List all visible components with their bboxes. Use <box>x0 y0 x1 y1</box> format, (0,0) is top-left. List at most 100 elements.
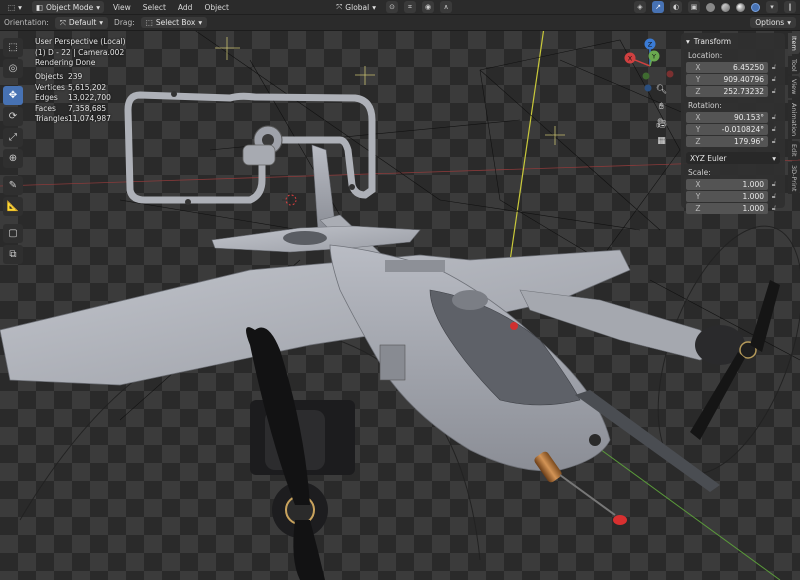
transform-orientation-dropdown[interactable]: ⤧ Global ▾ <box>332 1 380 13</box>
object-mode-icon: ◧ <box>35 2 43 12</box>
lock-icon[interactable]: 🔓︎ <box>768 75 780 84</box>
transform-icon[interactable]: ⊕ <box>3 149 23 168</box>
lock-icon[interactable]: 🔓︎ <box>768 113 780 122</box>
lock-icon[interactable]: 🔓︎ <box>768 192 780 201</box>
cursor-icon[interactable]: ◎ <box>3 59 23 78</box>
mode-dropdown[interactable]: ◧ Object Mode ▾ <box>31 1 104 13</box>
lock-icon[interactable]: 🔓︎ <box>768 87 780 96</box>
3d-cursor <box>282 191 300 209</box>
select-box-small-icon: ⬚ <box>145 18 153 27</box>
shading-solid-icon[interactable] <box>721 2 730 12</box>
stat-row: Vertices 5,615,202 <box>35 82 107 92</box>
falloff-icon[interactable]: ∧ <box>440 1 452 13</box>
overlay-icon[interactable]: ◐ <box>670 1 682 13</box>
location-label: Location: <box>688 51 723 60</box>
lock-icon[interactable]: 🔓︎ <box>768 180 780 189</box>
right-nacelle <box>519 289 721 361</box>
lock-icon[interactable]: 🔓︎ <box>768 125 780 134</box>
object-line: (1) D - 22 | Camera.002 <box>35 47 125 57</box>
location-y-field[interactable]: Y 909.40796 🔓︎ <box>686 74 780 85</box>
pause-icon[interactable]: ‖ <box>784 1 796 13</box>
chevron-down-icon: ▾ <box>686 37 690 46</box>
lock-icon[interactable]: 🔓︎ <box>768 137 780 146</box>
location-x-field[interactable]: X 6.45250 🔓︎ <box>686 62 780 73</box>
location-z-field[interactable]: Z 252.73232 🔓︎ <box>686 86 780 97</box>
stat-row: Edges 13,022,700 <box>35 93 111 102</box>
scale-z-field[interactable]: Z 1.000 🔓︎ <box>686 203 780 214</box>
3d-viewport[interactable]: ⬚ ◎ ✥ ⟳ ⤢ ⊕ ✎ 📐 ▢ ⧉ User Perspective (Lo… <box>0 31 800 580</box>
tab-3d-print[interactable]: 3D-Print <box>788 161 800 195</box>
landing-gear <box>379 344 406 381</box>
move-icon[interactable]: ✥ <box>3 86 23 105</box>
visibility-icon[interactable]: ◈ <box>634 1 646 13</box>
scale-x-field[interactable]: X 1.000 🔓︎ <box>686 179 780 190</box>
handle-frame <box>124 91 376 205</box>
header-bar: ⬚ ▾ ◧ Object Mode ▾ View Select Add Object … <box>0 0 800 15</box>
lock-icon[interactable]: 🔓︎ <box>768 204 780 213</box>
scale-y-field[interactable]: Y 1.000 🔓︎ <box>686 191 780 202</box>
shading-material-icon[interactable] <box>736 2 745 12</box>
rotation-mode-dropdown[interactable]: XYZ Euler ▾ <box>686 152 780 164</box>
orientation-dropdown[interactable]: ⤧ Default ▾ <box>54 16 109 29</box>
lock-icon[interactable]: 🔓︎ <box>768 63 780 72</box>
stat-row: Objects 239 <box>35 72 83 81</box>
viewport-icon: ⬚ <box>8 2 16 12</box>
body-panel <box>385 260 445 272</box>
scene-render <box>0 31 800 580</box>
right-prop-blade-down <box>690 352 745 440</box>
gizmo-toggle-icon[interactable]: ↗ <box>652 1 664 13</box>
options-dropdown[interactable]: Options ▾ <box>750 17 796 28</box>
menu-add[interactable]: Add <box>175 3 196 12</box>
tab-edit[interactable]: Edit <box>788 141 800 160</box>
grid-perspective-icon[interactable]: ▦ <box>653 134 670 147</box>
rotation-y-field[interactable]: Y -0.010824° 🔓︎ <box>686 124 780 135</box>
intake <box>452 290 488 310</box>
menu-select[interactable]: Select <box>140 3 169 12</box>
rotation-z-field[interactable]: Z 179.96° 🔓︎ <box>686 136 780 147</box>
shading-rendered-icon[interactable] <box>751 2 760 12</box>
scale-label: Scale: <box>688 168 711 177</box>
add-cube-icon[interactable]: ▢ <box>3 224 23 243</box>
transform-panel: ▾ Transform Location: X 6.45250 🔓︎ Y 909.407… <box>681 33 785 214</box>
editor-type-button[interactable]: ⬚ ▾ <box>4 1 26 13</box>
stat-row: Triangles 11,074,987 <box>35 114 111 123</box>
chevron-down-icon: ▾ <box>772 153 776 163</box>
scale-icon[interactable]: ⤢ <box>3 128 23 147</box>
tab-tool[interactable]: Tool <box>788 55 800 75</box>
annotate-icon[interactable]: ✎ <box>3 176 23 195</box>
tab-item[interactable]: Item <box>788 33 800 54</box>
drag-dropdown[interactable]: ⬚ Select Box ▾ <box>140 17 208 28</box>
xray-icon[interactable]: ▣ <box>688 1 700 13</box>
tail-motor <box>283 231 327 245</box>
menu-object[interactable]: Object <box>201 3 231 12</box>
red-light <box>510 322 518 330</box>
left-toolbar: ⬚ ◎ ✥ ⟳ ⤢ ⊕ ✎ 📐 ▢ ⧉ <box>3 38 23 264</box>
orientation-small-icon: ⤧ <box>59 17 66 27</box>
chevron-down-icon[interactable]: ▾ <box>766 1 778 13</box>
view-name: User Perspective (Local) <box>35 37 126 46</box>
rotation-label: Rotation: <box>688 101 722 110</box>
pan-hand-icon[interactable]: ✋︎ <box>653 100 670 113</box>
camera-view-icon[interactable]: 🎥︎ <box>653 117 670 130</box>
transform-header[interactable]: ▾ Transform <box>686 37 780 46</box>
navigation-gizmo[interactable]: Z X Y <box>620 36 680 96</box>
zoom-icon[interactable]: 🔍︎ <box>653 83 670 96</box>
orientation-label: Orientation: <box>4 18 49 27</box>
measure-icon[interactable]: 📐 <box>3 197 23 216</box>
drag-label: Drag: <box>114 18 135 27</box>
menu-view[interactable]: View <box>110 3 134 12</box>
tab-view[interactable]: View <box>788 76 800 98</box>
sidebar-tabs: Item Tool View Animation Edit 3D-Print <box>788 33 800 195</box>
rotation-x-field[interactable]: X 90.153° 🔓︎ <box>686 112 780 123</box>
pivot-icon[interactable]: ⊙ <box>386 1 398 13</box>
orientation-icon: ⤧ <box>336 2 343 11</box>
chevron-down-icon: ▾ <box>96 2 100 12</box>
proportional-edit-icon[interactable]: ◉ <box>422 1 434 13</box>
gizmo-y-label: Y <box>651 53 656 61</box>
rotate-icon[interactable]: ⟳ <box>3 107 23 126</box>
snap-icon[interactable]: ⌗ <box>404 1 416 13</box>
tab-animation[interactable]: Animation <box>788 99 800 140</box>
camera-box-icon[interactable]: ⧉ <box>3 245 23 264</box>
select-box-icon[interactable]: ⬚ <box>3 38 23 57</box>
shading-wireframe-icon[interactable] <box>706 2 715 12</box>
